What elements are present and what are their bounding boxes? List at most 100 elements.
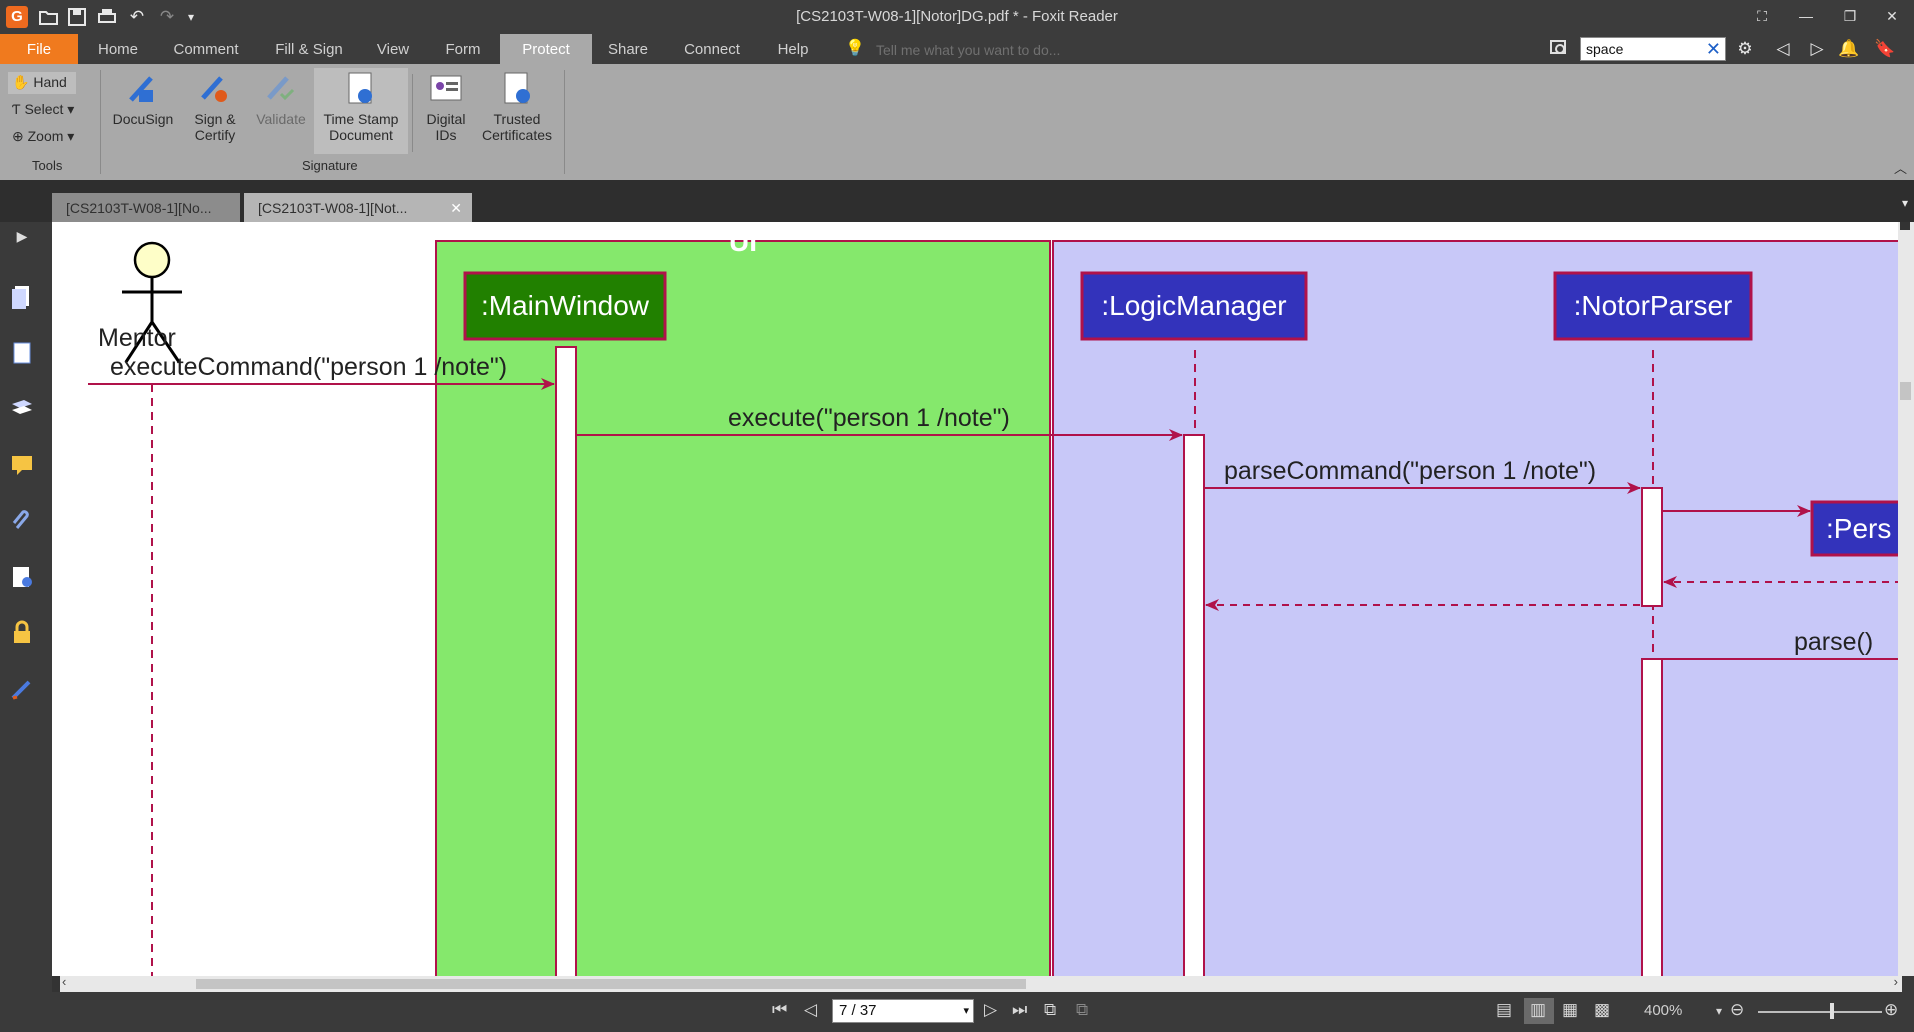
sign-certify-label-2: Certify — [194, 127, 236, 143]
tab-list-icon[interactable]: ▾ — [1894, 192, 1914, 214]
sign-certify-label-1: Sign & — [194, 111, 236, 127]
comments-icon[interactable] — [9, 452, 35, 478]
minimize-button[interactable]: — — [1790, 4, 1822, 28]
docusign-button[interactable]: DocuSign — [108, 70, 178, 127]
zoom-label: Zoom — [27, 128, 64, 144]
left-navigation-panel: ▶ — [0, 222, 46, 992]
previous-result-icon[interactable]: ◁ — [1772, 38, 1794, 60]
document-tab-1[interactable]: [CS2103T-W08-1][No... — [52, 193, 240, 222]
menu-view[interactable]: View — [368, 34, 418, 64]
menu-protect[interactable]: Protect — [500, 34, 592, 64]
bookmark-icon[interactable]: 🔖 — [1874, 38, 1896, 60]
select-text-icon: Ƭ — [12, 101, 21, 117]
first-page-icon[interactable]: ⏮ — [772, 1000, 787, 1020]
menu-fill-sign[interactable]: Fill & Sign — [266, 34, 352, 64]
digital-id-icon — [430, 75, 462, 101]
menu-help[interactable]: Help — [768, 34, 818, 64]
close-button[interactable]: ✕ — [1876, 4, 1908, 28]
find-icon[interactable] — [1548, 38, 1570, 60]
mentor-actor-head — [133, 241, 171, 279]
sign-certify-button[interactable]: Sign & Certify — [184, 70, 246, 143]
digital-ids-button[interactable]: Digital IDs — [418, 70, 474, 143]
bookmarks-icon[interactable] — [9, 340, 35, 366]
ui-boundary-box — [435, 240, 1051, 976]
tell-me-input[interactable]: Tell me what you want to do... — [876, 34, 1060, 64]
continuous-facing-icon[interactable]: ▩ — [1594, 1000, 1610, 1020]
horizontal-scrollbar[interactable]: ‹ › — [52, 974, 1902, 992]
previous-view-icon[interactable]: ⧉ — [1044, 1000, 1056, 1020]
previous-page-icon[interactable]: ◁ — [804, 1000, 817, 1020]
search-input[interactable]: space ✕ — [1580, 37, 1726, 61]
select-tool[interactable]: Ƭ Select ▾ — [12, 101, 74, 118]
digital-ids-label-2: IDs — [435, 127, 457, 143]
single-page-icon[interactable]: ▤ — [1496, 1000, 1512, 1020]
clear-search-icon[interactable]: ✕ — [1706, 39, 1721, 60]
page-number-input[interactable]: 7 / 37 ▾ — [832, 999, 974, 1023]
mainwindow-label: :MainWindow — [480, 290, 650, 321]
sign-tool-icon[interactable] — [9, 676, 35, 702]
signatures-panel-icon[interactable] — [9, 564, 35, 590]
ribbon: ✋ Hand Ƭ Select ▾ ⊕ Zoom ▾ Tools DocuSig… — [0, 64, 1914, 180]
zoom-dropdown-icon[interactable]: ▾ — [1716, 1004, 1722, 1018]
security-lock-icon[interactable] — [9, 620, 35, 646]
zoom-level[interactable]: 400% — [1644, 1002, 1682, 1019]
menu-share[interactable]: Share — [600, 34, 656, 64]
timestamp-doc-icon — [348, 72, 372, 104]
next-page-icon[interactable]: ▷ — [984, 1000, 997, 1020]
facing-page-icon[interactable]: ▦ — [1562, 1000, 1578, 1020]
scroll-left-arrow-icon[interactable]: ‹ — [62, 974, 66, 989]
next-view-icon[interactable]: ⧉ — [1076, 1000, 1088, 1020]
notification-bell-icon[interactable]: 🔔 — [1838, 38, 1860, 60]
trusted-certificates-button[interactable]: Trusted Certificates — [476, 70, 558, 143]
page-dropdown-icon[interactable]: ▾ — [963, 1000, 969, 1022]
zoom-slider-handle[interactable] — [1830, 1003, 1834, 1019]
restore-button[interactable]: ❐ — [1834, 4, 1866, 28]
ui-box-label: UI — [729, 226, 757, 257]
zoom-in-icon[interactable]: ⊕ — [1884, 1000, 1898, 1020]
hand-tool[interactable]: ✋ Hand — [12, 74, 67, 91]
execute-command-message: executeCommand("person 1 /note") — [110, 353, 508, 381]
page-number-value: 7 / 37 — [839, 1002, 877, 1019]
scroll-right-arrow-icon[interactable]: › — [1894, 974, 1898, 989]
parse-command-message: parseCommand("person 1 /note") — [1224, 457, 1597, 485]
trusted-label-1: Trusted — [493, 111, 541, 127]
validate-button[interactable]: Validate — [250, 70, 312, 127]
search-value: space — [1586, 41, 1624, 57]
expand-panel-icon[interactable]: ▶ — [9, 228, 35, 254]
search-settings-icon[interactable]: ⚙ — [1734, 38, 1756, 60]
continuous-page-icon[interactable]: ▥ — [1530, 1000, 1546, 1020]
layers-icon[interactable] — [9, 396, 35, 422]
zoom-out-icon[interactable]: ⊖ — [1730, 1000, 1744, 1020]
validate-label: Validate — [256, 111, 306, 127]
close-tab-icon[interactable]: ✕ — [450, 193, 462, 223]
document-tab-2[interactable]: [CS2103T-W08-1][Not... ✕ — [244, 193, 472, 222]
vertical-scrollbar[interactable] — [1898, 222, 1914, 976]
menu-connect[interactable]: Connect — [670, 34, 754, 64]
hand-label: Hand — [33, 74, 67, 90]
timestamp-button[interactable]: Time Stamp Document — [316, 70, 406, 143]
docusign-label: DocuSign — [112, 111, 174, 127]
zoom-tool[interactable]: ⊕ Zoom ▾ — [12, 128, 74, 145]
menu-home[interactable]: Home — [88, 34, 148, 64]
window-title: [CS2103T-W08-1][Notor]DG.pdf * - Foxit R… — [796, 8, 1118, 25]
scroll-left-marker — [52, 976, 60, 992]
logicmanager-activation — [1183, 434, 1205, 976]
last-page-icon[interactable]: ⏭ — [1012, 1000, 1027, 1020]
horizontal-scroll-thumb[interactable] — [196, 979, 1026, 989]
menu-form[interactable]: Form — [438, 34, 488, 64]
ribbon-separator — [564, 70, 565, 174]
validate-icon — [267, 76, 295, 101]
menu-file[interactable]: File — [0, 34, 78, 64]
parse-message: parse() — [1794, 628, 1874, 656]
pages-thumbnail-icon[interactable] — [9, 284, 35, 310]
vertical-scroll-thumb[interactable] — [1900, 382, 1911, 400]
ribbon-separator — [412, 74, 413, 152]
next-result-icon[interactable]: ▷ — [1806, 38, 1828, 60]
hand-icon: ✋ — [12, 74, 30, 90]
attachments-icon[interactable] — [9, 508, 35, 534]
collapse-ribbon-icon[interactable]: ︿ — [1894, 158, 1907, 177]
zoom-slider[interactable] — [1758, 1011, 1882, 1013]
logicmanager-label: :LogicManager — [1101, 290, 1287, 321]
menu-comment[interactable]: Comment — [166, 34, 246, 64]
fullscreen-icon[interactable]: ⛶ — [1746, 4, 1778, 28]
